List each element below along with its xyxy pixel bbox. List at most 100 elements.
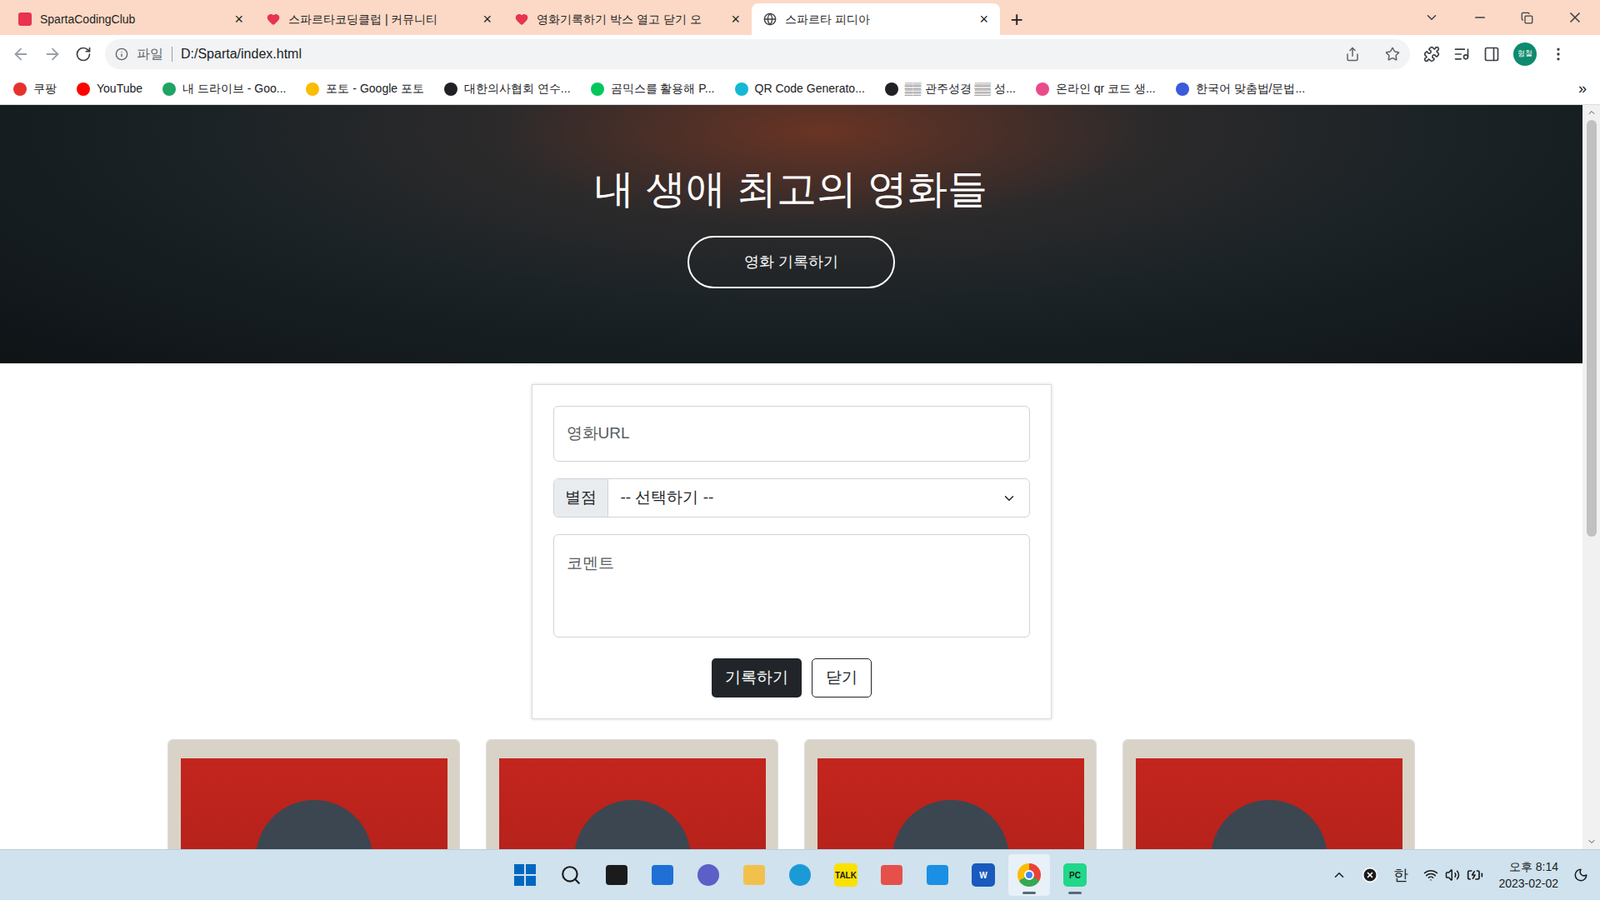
submit-button[interactable]: 기록하기 <box>711 658 802 698</box>
bookmark[interactable]: 내 드라이브 - Goo... <box>162 80 286 98</box>
tab-title: 스파르타 피디아 <box>785 10 971 29</box>
bookmark[interactable]: YouTube <box>76 80 143 98</box>
taskbar-app[interactable] <box>687 854 730 896</box>
new-tab-button[interactable]: + <box>1000 3 1034 35</box>
favicon-icon <box>1035 82 1050 96</box>
tab-strip: SpartaCodingClub×스파르타코딩클럽 | 커뮤니티×영화기록하기 … <box>0 0 1600 35</box>
tray-app-icon[interactable] <box>1361 866 1379 884</box>
side-panel-icon[interactable] <box>1483 45 1500 63</box>
taskbar-app[interactable] <box>550 854 592 896</box>
tab-title: 영화기록하기 박스 열고 닫기 오 <box>536 10 723 29</box>
browser-tab[interactable]: 스파르타코딩클럽 | 커뮤니티× <box>255 3 504 35</box>
windows-icon <box>514 864 536 886</box>
extensions-icon[interactable] <box>1423 45 1440 63</box>
info-icon <box>115 47 129 61</box>
rating-select[interactable]: -- 선택하기 -- <box>608 479 1030 517</box>
omnibox[interactable]: 파일 D:/Sparta/index.html <box>105 39 1410 70</box>
taskbar-app[interactable] <box>916 854 959 896</box>
bookmark[interactable]: ▒▒ 관주성경 ▒▒ 성... <box>885 80 1016 98</box>
taskbar-app[interactable] <box>733 854 775 896</box>
bookmark-star-icon[interactable] <box>1385 46 1400 62</box>
forward-icon[interactable] <box>43 45 62 64</box>
form-buttons: 기록하기닫기 <box>553 654 1030 698</box>
url-input[interactable]: 영화URL <box>553 405 1030 462</box>
browser-tab[interactable]: 영화기록하기 박스 열고 닫기 오 × <box>503 3 752 35</box>
comment-textarea[interactable]: 코멘트 <box>553 534 1030 638</box>
bookmark[interactable]: 포토 - Google 포토 <box>305 80 424 98</box>
tray-overflow-icon[interactable] <box>1331 867 1347 883</box>
share-icon[interactable] <box>1345 46 1360 62</box>
favicon-icon <box>1175 82 1190 96</box>
favicon-icon <box>590 82 605 96</box>
scroll-up-icon[interactable] <box>1586 106 1597 119</box>
post-form: 영화URL 별점-- 선택하기 -- 코멘트기록하기닫기 <box>531 384 1052 720</box>
browser-tab[interactable]: 스파르타 피디아 × <box>751 3 1000 35</box>
taskbar-app[interactable] <box>641 854 684 896</box>
bookmark[interactable]: 한국어 맞춤법/문법... <box>1175 80 1305 98</box>
more-bookmarks-button[interactable]: » <box>1578 77 1587 100</box>
taskbar-app[interactable]: W <box>962 854 1005 896</box>
media-icon[interactable] <box>1453 45 1470 63</box>
tab-close-button[interactable]: × <box>234 11 244 27</box>
volume-icon[interactable] <box>1445 867 1460 883</box>
wifi-icon[interactable] <box>1423 867 1439 883</box>
taskbar-app[interactable] <box>870 854 913 896</box>
battery-icon[interactable] <box>1466 866 1484 884</box>
tab-close-button[interactable]: × <box>482 11 492 27</box>
bookmark[interactable]: 쿠팡 <box>13 80 57 98</box>
reload-icon[interactable] <box>75 45 92 63</box>
open-form-button[interactable]: 영화 기록하기 <box>687 235 895 289</box>
scrollbar[interactable] <box>1582 105 1600 850</box>
movie-card[interactable] <box>1122 739 1415 850</box>
movie-card[interactable] <box>485 739 779 850</box>
hero: 내 생애 최고의 영화들영화 기록하기 <box>0 105 1583 364</box>
movie-card[interactable] <box>167 739 460 850</box>
focus-assist-icon[interactable] <box>1573 867 1589 883</box>
rating-select-group: 별점-- 선택하기 -- <box>553 478 1030 518</box>
taskbar-app[interactable]: TALK <box>825 854 867 896</box>
taskbar-app[interactable] <box>595 854 638 896</box>
tab-close-button[interactable]: × <box>730 11 740 27</box>
menu-icon[interactable] <box>1550 45 1567 63</box>
taskbar-app[interactable]: PC <box>1054 854 1096 896</box>
profile-avatar[interactable]: 형철 <box>1513 42 1537 66</box>
ime-indicator[interactable]: 한 <box>1393 864 1409 887</box>
url-scheme: 파일 <box>136 44 164 65</box>
bookmark[interactable]: 대한의사협회 연수... <box>444 80 571 98</box>
system-tray: 한 오후 8:142023-02-02 <box>1331 850 1589 900</box>
close-button[interactable]: 닫기 <box>811 658 872 698</box>
running-indicator <box>1022 891 1036 895</box>
movie-card[interactable] <box>804 739 1097 850</box>
favicon-icon <box>444 82 458 96</box>
tab-search-icon[interactable] <box>1424 10 1440 25</box>
bookmark[interactable]: 온라인 qr 코드 생... <box>1035 80 1156 98</box>
tab-title: SpartaCodingClub <box>40 10 226 29</box>
doc-icon <box>926 865 949 885</box>
edge-icon <box>789 864 811 886</box>
browser-tab[interactable]: SpartaCodingClub × <box>6 3 255 35</box>
restore-icon[interactable] <box>1520 11 1534 25</box>
bookmark[interactable]: QR Code Generato... <box>735 80 865 98</box>
favicon-icon <box>735 82 749 96</box>
word-icon: W <box>971 863 995 887</box>
scrollbar-thumb[interactable] <box>1586 120 1597 537</box>
tab-close-button[interactable]: × <box>979 11 989 27</box>
taskview-icon <box>605 865 628 885</box>
rating-label: 별점 <box>554 479 609 517</box>
bookmark[interactable]: 곰믹스를 활용해 P... <box>590 80 715 98</box>
taskbar-app[interactable] <box>779 854 821 896</box>
url-text: D:/Sparta/index.html <box>180 44 1337 65</box>
clock[interactable]: 오후 8:142023-02-02 <box>1498 858 1559 892</box>
desktop: SpartaCodingClub×스파르타코딩클럽 | 커뮤니티×영화기록하기 … <box>0 0 1600 900</box>
clock-date: 2023-02-02 <box>1498 875 1559 892</box>
scroll-down-icon[interactable] <box>1586 835 1597 848</box>
close-window-icon[interactable] <box>1566 9 1584 26</box>
pycharm-icon: PC <box>1063 863 1087 887</box>
talk-icon: TALK <box>834 863 858 887</box>
taskbar-app[interactable] <box>504 854 546 896</box>
minimize-icon[interactable] <box>1472 10 1488 25</box>
card-list <box>167 739 1415 850</box>
favicon-icon <box>305 82 320 96</box>
back-icon[interactable] <box>11 45 30 64</box>
taskbar-app[interactable] <box>1008 854 1050 896</box>
